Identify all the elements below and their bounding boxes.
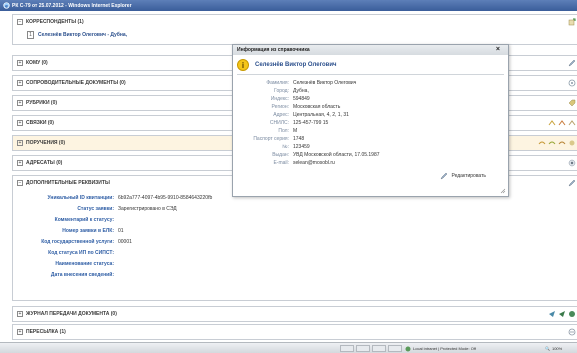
pencil-icon[interactable] [568, 179, 576, 187]
info-icon: i [237, 59, 249, 71]
send-icon[interactable] [548, 310, 556, 318]
forward-icon[interactable] [568, 328, 576, 336]
person-fields: Фамилия: Селезнёв Виктор Олегович Город: Д… [233, 75, 508, 167]
section-rubrics-actions [568, 99, 576, 107]
requisite-row: Номер заявки в ЕЛК: 01 [62, 227, 124, 234]
assignment-copy-icon[interactable] [558, 139, 566, 147]
zoom-icon: 🔍 [545, 346, 550, 351]
expand-icon[interactable]: + [17, 120, 23, 126]
field-row: №: 123459 [282, 144, 310, 150]
assignment-view-icon[interactable] [568, 139, 576, 147]
requisite-row: Комментарий к статусу: [54, 216, 114, 223]
section-journal: + ЖУРНАЛ ПЕРЕДАЧИ ДОКУМЕНТА (0) [12, 306, 577, 322]
assignment-project-icon[interactable] [548, 139, 556, 147]
expand-icon[interactable]: + [17, 60, 23, 66]
section-links-actions [548, 119, 576, 127]
section-journal-header[interactable]: + ЖУРНАЛ ПЕРЕДАЧИ ДОКУМЕНТА (0) [13, 307, 577, 321]
section-to-whom-actions [568, 59, 576, 67]
pencil-icon[interactable] [568, 59, 576, 67]
requisite-row: Код статуса ИП по СИПСТ: [48, 249, 114, 256]
status-cell [388, 345, 402, 352]
field-row: Выдан: УВД Московской области, 17.05.1987 [272, 152, 380, 158]
window-title: РК С-79 от 25.07.2012 - Windows Internet… [12, 2, 132, 9]
reference-info-dialog: Информация из справочника × i Селезнёв В… [232, 44, 509, 197]
attach-icon[interactable] [568, 79, 576, 87]
link-edit-icon[interactable] [558, 119, 566, 127]
edit-label: Редактировать [451, 173, 486, 179]
journal-view-icon[interactable] [568, 310, 576, 318]
field-row: Фамилия: Селезнёв Виктор Олегович [266, 80, 357, 86]
ie-icon: e [3, 2, 10, 9]
section-forwarding: + ПЕРЕСЫЛКА (1) [12, 324, 577, 340]
window-titlebar: e РК С-79 от 25.07.2012 - Windows Intern… [0, 0, 577, 11]
field-row: Адрес: Центральная, 4, 2, 1, 31 [273, 112, 349, 118]
section-addressees-actions [568, 159, 576, 167]
resize-grip-icon[interactable] [500, 188, 506, 194]
field-row: Город: Дубна, [274, 88, 309, 94]
field-row: Регион: Московская область [271, 104, 341, 110]
assignment-create-icon[interactable] [538, 139, 546, 147]
section-accompanying-actions [568, 79, 576, 87]
section-additional-actions [568, 179, 576, 187]
expand-icon[interactable]: + [17, 100, 23, 106]
requisite-row: Наименование статуса: [55, 260, 114, 267]
field-row: Паспорт серия: 1748 [253, 136, 305, 142]
expand-icon[interactable]: + [17, 329, 23, 335]
correspondent-number: 1 [27, 31, 34, 39]
correspondent-name[interactable]: Селезнёв Виктор Олегович - Дубна, [38, 32, 127, 38]
status-cell [356, 345, 370, 352]
add-correspondent-icon[interactable] [568, 18, 576, 26]
field-row: Индекс: 594849 [270, 96, 310, 102]
link-remove-icon[interactable] [568, 119, 576, 127]
page-content: − КОРРЕСПОНДЕНТЫ (1) 1 Селезнёв Виктор О… [0, 11, 577, 342]
section-assignments-actions [538, 139, 576, 147]
receive-icon[interactable] [558, 310, 566, 318]
section-correspondents: − КОРРЕСПОНДЕНТЫ (1) 1 Селезнёв Виктор О… [12, 14, 577, 45]
expand-icon[interactable]: + [17, 80, 23, 86]
field-row: E-mail: selean@mosobl.ru [273, 160, 335, 166]
tag-icon[interactable] [568, 99, 576, 107]
requisite-row: Код государственной услуги: 00001 [41, 238, 132, 245]
collapse-icon[interactable]: − [17, 180, 23, 186]
expand-icon[interactable]: + [17, 140, 23, 146]
section-correspondents-header[interactable]: − КОРРЕСПОНДЕНТЫ (1) [13, 15, 577, 29]
globe-icon [405, 346, 411, 351]
expand-icon[interactable]: + [17, 160, 23, 166]
close-icon[interactable]: × [496, 46, 500, 53]
section-forwarding-actions [568, 328, 576, 336]
field-row: СНИЛС: 125-457-799 15 [269, 120, 329, 126]
zoom-control[interactable]: 🔍 100% [545, 344, 562, 353]
svg-text:e: e [5, 4, 8, 9]
status-cell [340, 345, 354, 352]
edit-button[interactable]: Редактировать [440, 172, 486, 180]
requisite-row: Дата внесения сведений: [50, 271, 114, 278]
expand-icon[interactable]: + [17, 311, 23, 317]
link-add-icon[interactable] [548, 119, 556, 127]
requisite-row: Статус заявки: Зарегистрировано в СЭД [77, 205, 177, 212]
status-cell [372, 345, 386, 352]
collapse-icon[interactable]: − [17, 19, 23, 25]
field-row: Пол: М [278, 128, 298, 134]
dialog-title: i Селезнёв Виктор Олегович [233, 56, 508, 74]
status-bar: Local intranet | Protected Mode: Off 🔍 1… [0, 342, 577, 353]
security-zone[interactable]: Local intranet | Protected Mode: Off [405, 344, 476, 353]
addressees-icon[interactable] [568, 159, 576, 167]
section-forwarding-header[interactable]: + ПЕРЕСЫЛКА (1) [13, 325, 577, 339]
section-correspondents-actions [568, 18, 576, 26]
pencil-icon [441, 172, 448, 180]
dialog-header[interactable]: Информация из справочника × [233, 45, 508, 55]
requisites-list: Уникальный ID квитанции: 6b92a777-4097-4b… [13, 190, 577, 280]
person-name: Селезнёв Виктор Олегович [255, 62, 337, 68]
section-journal-actions [548, 310, 576, 318]
correspondent-item[interactable]: 1 Селезнёв Виктор Олегович - Дубна, [13, 29, 577, 41]
